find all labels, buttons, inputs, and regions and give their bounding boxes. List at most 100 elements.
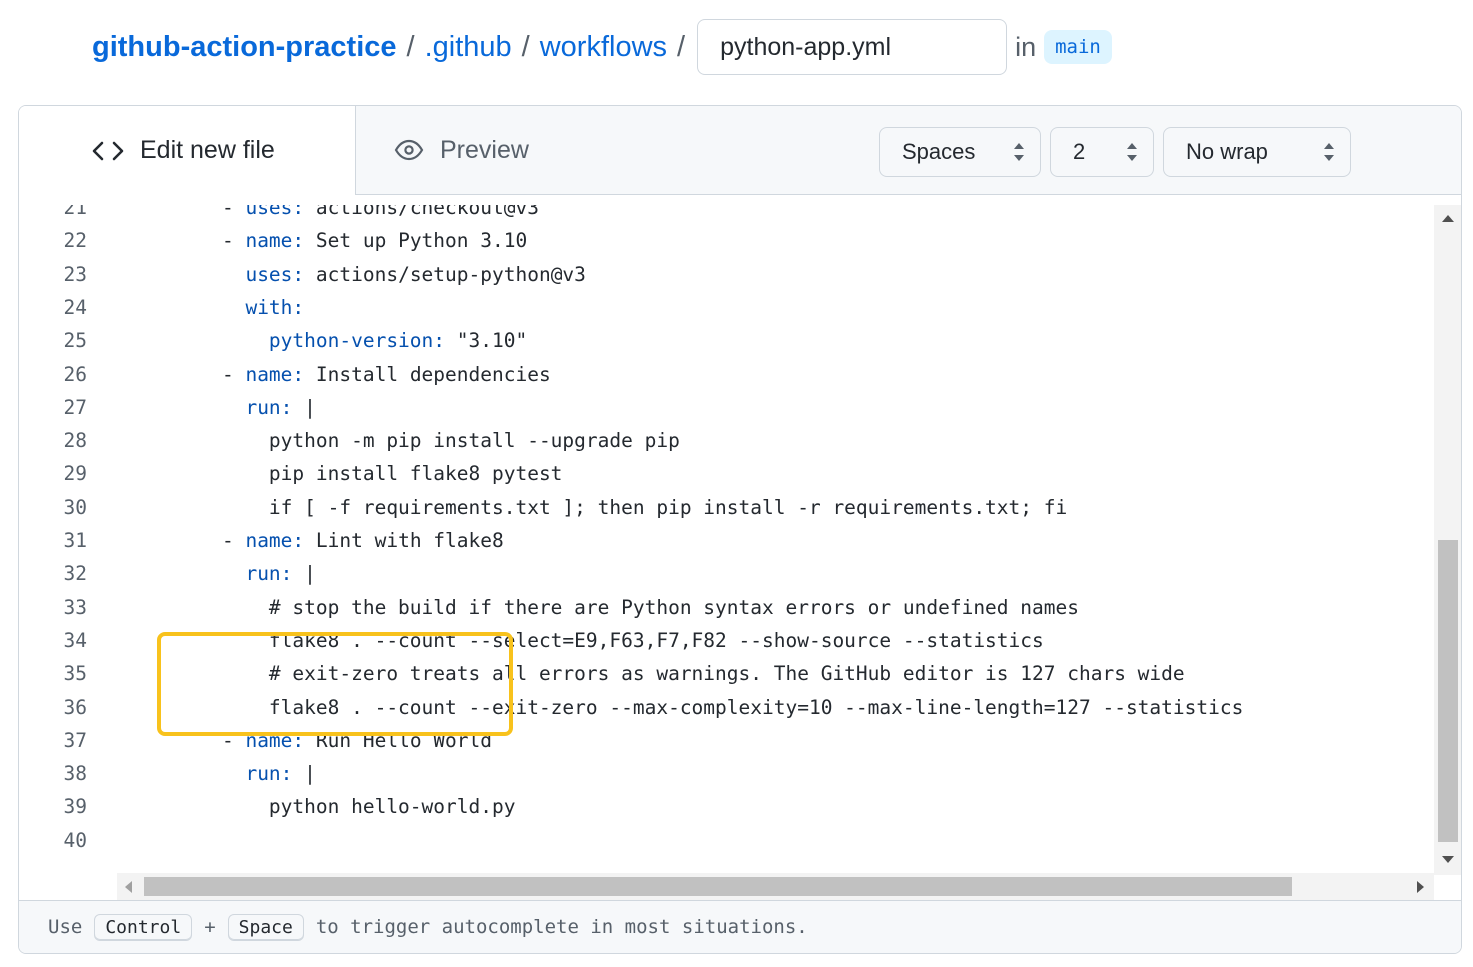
line-number: 22 [63,229,87,253]
scroll-right-arrow-icon[interactable] [1417,881,1424,893]
line-number: 35 [63,662,87,686]
horizontal-scroll-thumb[interactable] [144,877,1292,896]
scroll-down-arrow-icon[interactable] [1442,856,1454,863]
tab-preview-label: Preview [440,135,529,164]
yaml-list-dash: - [221,229,246,253]
line-number: 31 [63,529,87,552]
line-number: 28 [63,429,87,453]
yaml-key: name: [245,728,305,752]
code-line: 31 - name: Lint with flake8 [19,524,1434,557]
code-line: 29 pip install flake8 pytest [19,457,1434,490]
code-icon [92,140,124,162]
code-line: 38 run: | [19,757,1434,790]
indent-size-select[interactable]: 2 [1050,127,1154,177]
editor-tabbar: Edit new file Preview Spaces 2 No wrap [19,106,1461,195]
code-editor[interactable]: 21 - uses: actions/checkout@v3 22 - name:… [19,205,1434,875]
indent-mode-select[interactable]: Spaces [879,127,1041,177]
horizontal-scrollbar[interactable] [117,873,1434,900]
line-number: 40 [63,828,87,852]
yaml-value: Install dependencies [304,362,551,386]
yaml-key: name: [245,229,305,253]
wrap-mode-value: No wrap [1186,139,1268,164]
line-text: if [ -f requirements.txt ]; then pip ins… [175,496,1067,519]
hint-plus: + [204,916,216,938]
yaml-value: "3.10" [445,329,528,353]
line-text: with: [175,296,304,319]
line-number: 23 [63,262,87,286]
line-text: - name: Install dependencies [175,363,551,386]
breadcrumb-separator: / [677,30,686,63]
yaml-value: # exit-zero treats all errors as warning… [268,662,1185,686]
yaml-value: Set up Python 3.10 [304,229,528,253]
code-line: 32 run: | [19,557,1434,590]
hint-use: Use [48,916,83,938]
line-text: - uses: actions/checkout@v3 [175,205,539,219]
filename-input[interactable]: python-app.yml [697,19,1008,75]
breadcrumb-workflows-folder-link[interactable]: workflows [540,31,667,64]
tab-edit-new-file[interactable]: Edit new file [19,106,356,195]
tab-preview[interactable]: Preview [394,106,529,194]
breadcrumb-repo-link[interactable]: github-action-practice [92,31,397,64]
line-text: python hello-world.py [175,795,516,818]
yaml-key: run: [245,762,293,786]
select-caret-icon [1324,143,1334,161]
line-text: run: | [175,395,316,419]
line-number: 30 [63,495,87,519]
breadcrumb-separator: / [521,30,530,63]
kbd-space: Space [227,913,304,941]
line-number: 38 [63,762,87,786]
line-number: 36 [63,695,87,719]
yaml-value: python -m pip install --upgrade pip [268,429,680,453]
code-line: 33 # stop the build if there are Python … [19,591,1434,624]
line-text: python -m pip install --upgrade pip [175,429,680,452]
vertical-scrollbar[interactable] [1434,205,1461,875]
yaml-key: uses: [245,205,305,219]
yaml-key: name: [245,529,305,552]
wrap-mode-select[interactable]: No wrap [1163,127,1351,177]
line-number: 33 [63,595,87,619]
breadcrumb-github-folder-link[interactable]: .github [425,31,512,64]
line-number: 25 [63,329,87,353]
yaml-list-dash: - [221,205,246,219]
code-line: 40 [19,824,1434,857]
line-number: 37 [63,728,87,752]
scroll-up-arrow-icon[interactable] [1442,215,1454,222]
line-number: 32 [63,562,87,586]
line-text: flake8 . --count --select=E9,F63,F7,F82 … [175,629,1044,652]
line-text: run: | [175,762,315,786]
yaml-key: name: [245,362,305,386]
file-editor: Edit new file Preview Spaces 2 No wrap 2… [18,105,1462,954]
code-line: 21 - uses: actions/checkout@v3 [19,205,1434,224]
select-caret-icon [1014,143,1024,161]
indent-mode-value: Spaces [902,139,976,164]
hint-text: to trigger autocomplete in most situatio… [315,916,808,938]
yaml-list-dash: - [221,529,246,552]
line-number: 21 [63,205,87,219]
line-text: # stop the build if there are Python syn… [175,596,1079,619]
yaml-value: flake8 . --count --exit-zero --max-compl… [268,695,1244,719]
code-line: 27 run: | [19,391,1434,424]
kbd-control: Control [94,913,193,941]
yaml-value: | [292,395,316,419]
line-text: pip install flake8 pytest [175,462,563,485]
line-number: 27 [63,395,87,419]
line-text: - name: Run Hello World [175,729,492,752]
scroll-left-arrow-icon[interactable] [125,881,132,893]
line-number: 26 [63,362,87,386]
line-text: flake8 . --count --exit-zero --max-compl… [175,696,1243,719]
yaml-value: Run Hello World [304,728,492,752]
yaml-value: | [292,562,316,586]
code-line: 28 python -m pip install --upgrade pip [19,424,1434,457]
code-line: 25 python-version: "3.10" [19,324,1434,357]
vertical-scroll-thumb[interactable] [1438,540,1458,842]
